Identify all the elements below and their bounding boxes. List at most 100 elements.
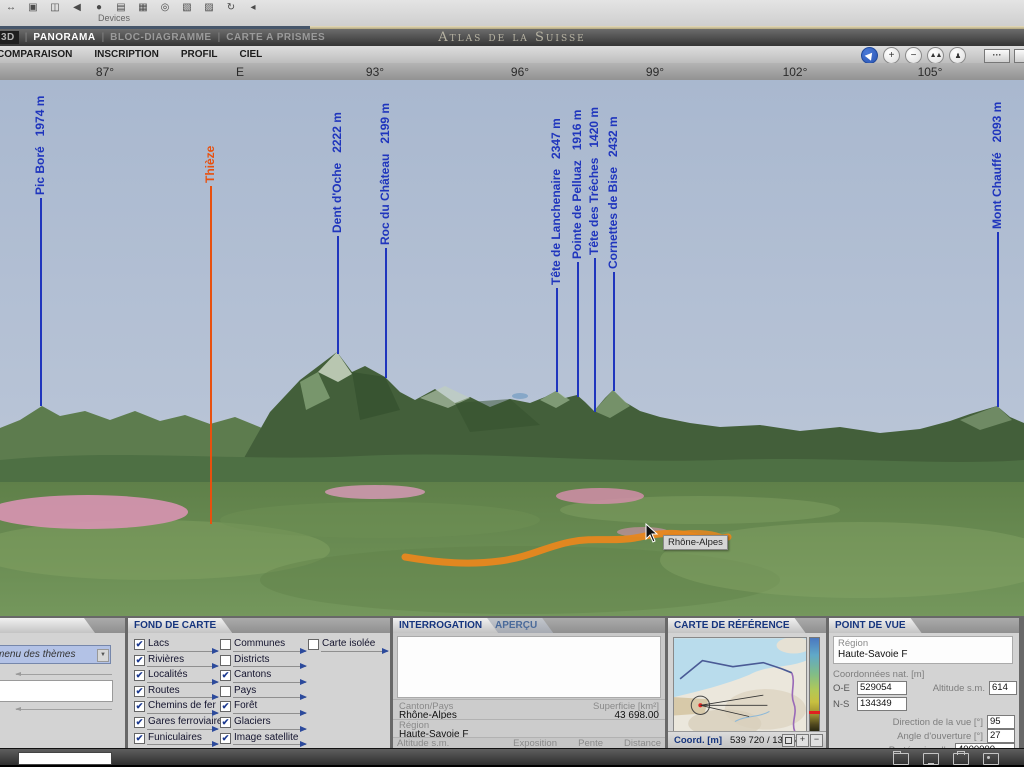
checkbox-carte-isolee[interactable] [308, 639, 319, 650]
pan-terrain-icon[interactable]: ▲▲ [927, 47, 944, 64]
checkbox-communes[interactable] [220, 639, 231, 650]
layer-toggle-pays[interactable]: Pays [220, 685, 306, 701]
more-options-button[interactable]: ··· [984, 49, 1010, 63]
menu-comparaison[interactable]: COMPARAISON [0, 49, 72, 60]
layer-toggle-communes[interactable]: Communes [220, 638, 306, 654]
themes-slider[interactable] [16, 709, 112, 710]
themes-empty-dropdown[interactable] [0, 680, 113, 702]
layer-label: Chemins de fer [148, 700, 216, 711]
resize-icon[interactable]: ↔ [2, 1, 20, 14]
devices-label: Devices [98, 13, 130, 23]
checkbox-routes[interactable]: ✔ [134, 686, 145, 697]
themes-slider[interactable] [16, 674, 112, 675]
checkbox-image-satellite[interactable]: ✔ [220, 733, 231, 744]
transparency-slider[interactable] [233, 729, 306, 730]
direction-input[interactable]: 95 [987, 715, 1015, 729]
checkbox-pays[interactable] [220, 686, 231, 697]
panel-point-de-vue-tab[interactable]: POINT DE VUE [829, 618, 922, 633]
collapse-icon[interactable]: ◂ [244, 1, 262, 14]
image-export-icon[interactable] [983, 753, 999, 765]
transparency-slider[interactable] [147, 651, 218, 652]
checkbox-funiculaires[interactable]: ✔ [134, 733, 145, 744]
zoom-out-icon[interactable]: − [905, 47, 922, 64]
transparency-slider[interactable] [147, 697, 218, 698]
display-icon[interactable] [923, 753, 939, 765]
layer-toggle-lacs[interactable]: ✔Lacs [134, 638, 218, 654]
transparency-slider[interactable] [147, 729, 218, 730]
menu-ciel[interactable]: CIEL [240, 49, 263, 60]
checkbox-districts[interactable] [220, 655, 231, 666]
display-icon[interactable]: ▣ [24, 1, 42, 14]
map-fit-button[interactable] [782, 734, 795, 747]
checkbox-cantons[interactable]: ✔ [220, 670, 231, 681]
panel-interrogation: INTERROGATION APERÇU Canton/Pays Superfi… [393, 618, 665, 748]
checkbox-chemins-de-fer[interactable]: ✔ [134, 701, 145, 712]
tab-panorama[interactable]: PANORAMA [33, 32, 95, 43]
map-zoom-out-button[interactable]: − [810, 734, 823, 747]
checkbox-lacs[interactable]: ✔ [134, 639, 145, 650]
target-icon[interactable]: ◎ [156, 1, 174, 14]
menu-profil[interactable]: PROFIL [181, 49, 218, 60]
transparency-slider[interactable] [321, 651, 388, 652]
layer-toggle-rivieres[interactable]: ✔Rivières [134, 654, 218, 670]
checkbox-foret[interactable]: ✔ [220, 701, 231, 712]
ns-input[interactable]: 134349 [857, 697, 907, 711]
disc-icon[interactable]: ● [90, 1, 108, 14]
grid-icon[interactable]: ▦ [134, 1, 152, 14]
layer-toggle-gares-ferroviaires[interactable]: ✔Gares ferroviaires [134, 716, 218, 732]
transparency-slider[interactable] [233, 713, 306, 714]
layer-toggle-funiculaires[interactable]: ✔Funiculaires [134, 732, 218, 748]
layer-toggle-cantons[interactable]: ✔Cantons [220, 669, 306, 685]
viewpoint-icon[interactable]: ♟ [949, 47, 966, 64]
dropdown-arrow-icon[interactable]: ▼ [97, 649, 109, 662]
zoom-in-icon[interactable]: + [883, 47, 900, 64]
transparency-slider[interactable] [233, 651, 306, 652]
panel-themes-tab[interactable] [0, 618, 95, 633]
window-icon[interactable]: ◫ [46, 1, 64, 14]
map-zoom-in-button[interactable]: + [796, 734, 809, 747]
checkbox-rivieres[interactable]: ✔ [134, 655, 145, 666]
layer-toggle-localites[interactable]: ✔Localités [134, 669, 218, 685]
folder-icon[interactable] [893, 753, 909, 765]
layer-toggle-foret[interactable]: ✔Forêt [220, 700, 306, 716]
reference-map[interactable] [673, 637, 807, 733]
sync-icon[interactable]: ↻ [222, 1, 240, 14]
tab-interrogation[interactable]: INTERROGATION [393, 618, 498, 633]
panorama-view[interactable]: Rhône-Alpes [0, 80, 1024, 616]
transparency-slider[interactable] [147, 744, 218, 745]
list-icon[interactable]: ▤ [112, 1, 130, 14]
checkbox-gares-ferroviaires[interactable]: ✔ [134, 717, 145, 728]
angle-input[interactable]: 27 [987, 729, 1015, 743]
sound-icon[interactable]: ◀ [68, 1, 86, 14]
tab-3d[interactable]: 3D [0, 31, 19, 44]
tab-bloc-diagramme[interactable]: BLOC-DIAGRAMME [110, 32, 211, 43]
menu-inscription[interactable]: INSCRIPTION [94, 49, 158, 60]
transparency-slider[interactable] [233, 666, 306, 667]
checkbox-glaciers[interactable]: ✔ [220, 717, 231, 728]
partial-button[interactable] [1014, 49, 1024, 63]
layer-toggle-districts[interactable]: Districts [220, 654, 306, 670]
panel-fond-de-carte-tab[interactable]: FOND DE CARTE [128, 618, 232, 633]
altitude-sm-input[interactable]: 614 [989, 681, 1017, 695]
tab-carte-a-prismes[interactable]: CARTE A PRISMES [226, 32, 325, 43]
layer-toggle-carte-isolee[interactable]: Carte isolée [308, 638, 388, 654]
checkbox-localites[interactable]: ✔ [134, 670, 145, 681]
transparency-slider[interactable] [147, 682, 218, 683]
layer-toggle-glaciers[interactable]: ✔Glaciers [220, 716, 306, 732]
transparency-slider[interactable] [233, 744, 306, 745]
oe-input[interactable]: 529054 [857, 681, 907, 695]
net2-icon[interactable]: ▨ [200, 1, 218, 14]
transparency-slider[interactable] [147, 666, 218, 667]
panel-carte-reference-tab[interactable]: CARTE DE RÉFÉRENCE [668, 618, 806, 633]
transparency-slider[interactable] [147, 713, 218, 714]
printer-icon[interactable] [953, 753, 969, 765]
transparency-slider[interactable] [233, 682, 306, 683]
transparency-slider[interactable] [233, 697, 306, 698]
tab-separator: | [25, 32, 28, 43]
layer-toggle-routes[interactable]: ✔Routes [134, 685, 218, 701]
themes-dropdown[interactable]: menu des thèmes ▼ [0, 645, 111, 664]
net1-icon[interactable]: ▧ [178, 1, 196, 14]
layer-toggle-chemins-de-fer[interactable]: ✔Chemins de fer [134, 700, 218, 716]
layer-toggle-image-satellite[interactable]: ✔Image satellite [220, 732, 306, 748]
pointer-tool-icon[interactable] [861, 47, 878, 64]
